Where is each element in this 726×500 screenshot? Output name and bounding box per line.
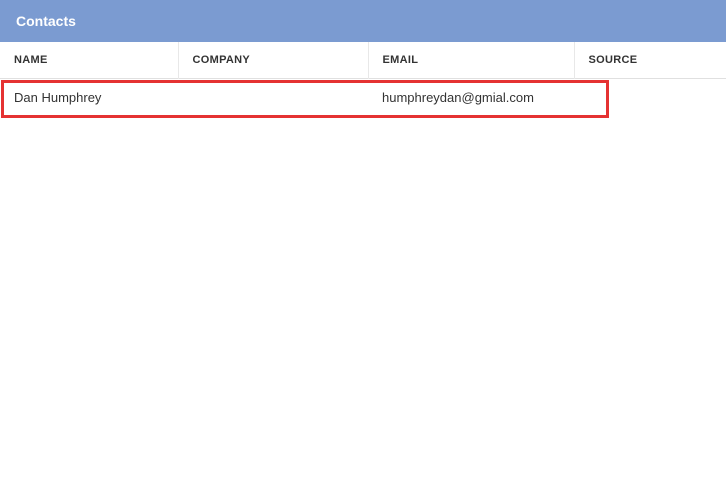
cell-name: Dan Humphrey	[0, 79, 178, 117]
column-header-source[interactable]: SOURCE	[574, 42, 726, 79]
cell-email: humphreydan@gmial.com	[368, 79, 574, 117]
cell-source	[574, 79, 726, 117]
page-title: Contacts	[16, 13, 76, 29]
table-row[interactable]: Dan Humphrey humphreydan@gmial.com	[0, 79, 726, 117]
column-header-email[interactable]: EMAIL	[368, 42, 574, 79]
column-header-name[interactable]: NAME	[0, 42, 178, 79]
cell-company	[178, 79, 368, 117]
contacts-table-wrapper: NAME COMPANY EMAIL SOURCE Dan Humphrey h…	[0, 42, 726, 116]
column-header-company[interactable]: COMPANY	[178, 42, 368, 79]
contacts-table: NAME COMPANY EMAIL SOURCE Dan Humphrey h…	[0, 42, 726, 116]
page-header: Contacts	[0, 0, 726, 42]
table-header-row: NAME COMPANY EMAIL SOURCE	[0, 42, 726, 79]
